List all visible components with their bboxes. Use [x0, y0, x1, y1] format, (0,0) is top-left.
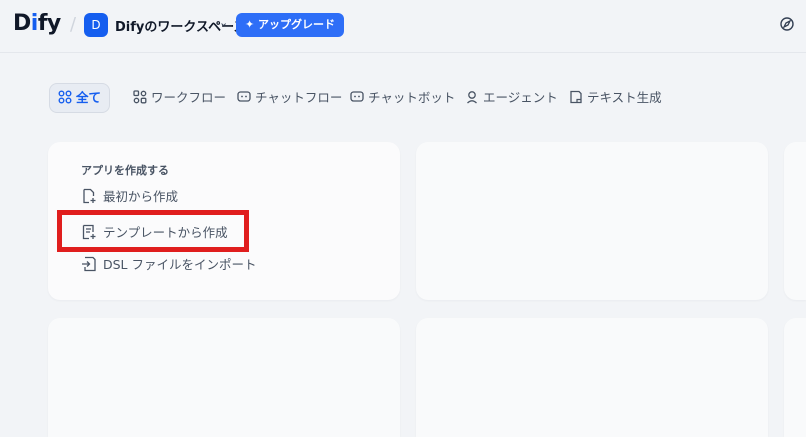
create-app-title: アプリを作成する: [81, 164, 169, 177]
grid-icon: [58, 90, 72, 104]
sparkle-icon: ✦: [245, 18, 259, 31]
dify-logo[interactable]: Dify: [13, 11, 61, 36]
tab-all[interactable]: 全て: [49, 83, 111, 113]
breadcrumb-separator: /: [70, 14, 77, 35]
app-card-placeholder: [784, 318, 806, 437]
top-header: Dify / D Difyのワークスペース ⌄ ✦ アップグレード: [0, 0, 806, 53]
tab-text-generation[interactable]: テキスト生成: [561, 83, 670, 113]
tab-chatbot[interactable]: チャットボット: [342, 83, 463, 113]
app-card-placeholder: [784, 142, 806, 300]
create-from-blank-button[interactable]: 最初から作成: [81, 186, 178, 208]
upgrade-button[interactable]: ✦ アップグレード: [236, 13, 345, 37]
import-dsl-button[interactable]: DSL ファイルをインポート: [81, 254, 257, 276]
tab-workflow[interactable]: ワークフロー: [125, 83, 234, 113]
import-icon: [82, 256, 96, 272]
workspace-avatar[interactable]: D: [84, 13, 108, 37]
explore-icon[interactable]: [779, 16, 795, 32]
app-card-placeholder: [416, 142, 768, 300]
tab-agent[interactable]: エージェント: [457, 83, 566, 113]
text-gen-icon: [570, 90, 582, 104]
highlight-box: [57, 210, 249, 252]
file-plus-icon: [83, 188, 96, 204]
workflow-icon: [133, 90, 147, 104]
chatflow-icon: [237, 91, 251, 102]
app-card-placeholder: [48, 318, 400, 437]
chevron-down-icon[interactable]: ⌄: [219, 16, 228, 29]
chatbot-icon: [350, 91, 364, 102]
agent-icon: [467, 91, 477, 104]
app-card-placeholder: [416, 318, 768, 437]
tab-chatflow[interactable]: チャットフロー: [229, 83, 350, 113]
